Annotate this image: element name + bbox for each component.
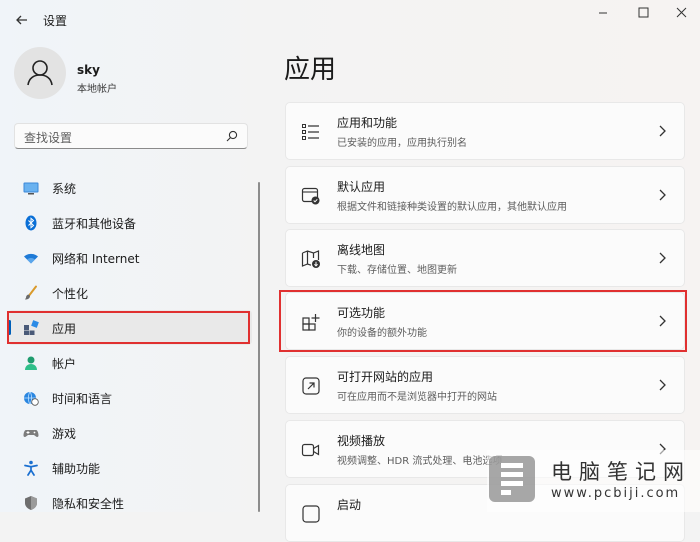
watermark-title: 电脑笔记网 xyxy=(551,460,691,484)
search-placeholder: 查找设置 xyxy=(24,131,73,145)
bluetooth-icon xyxy=(25,215,37,231)
sidebar-item-label: 蓝牙和其他设备 xyxy=(52,217,137,231)
brush-icon xyxy=(25,285,37,300)
card-default-apps[interactable]: 默认应用 根据文件和链接种类设置的默认应用，其他默认应用 xyxy=(285,166,685,224)
avatar[interactable] xyxy=(14,47,66,99)
card-subtitle: 已安装的应用，应用执行别名 xyxy=(337,138,467,149)
card-apps-for-websites[interactable]: 可打开网站的应用 可在应用而不是浏览器中打开的网站 xyxy=(285,356,685,414)
list-icon xyxy=(302,124,319,140)
default-app-icon xyxy=(301,187,320,205)
card-subtitle: 视频调整、HDR 流式处理、电池选项 xyxy=(337,456,503,467)
maximize-icon[interactable] xyxy=(628,3,658,23)
search-input[interactable]: 查找设置 xyxy=(14,123,248,149)
person-icon xyxy=(27,60,53,86)
globe-clock-icon xyxy=(24,391,39,406)
sidebar-item-privacy[interactable]: 隐私和安全性 xyxy=(8,485,252,520)
account-type: 本地帐户 xyxy=(77,84,117,95)
sidebar-item-label: 游戏 xyxy=(52,427,77,441)
watermark-url: www.pcbiji.com xyxy=(551,486,681,501)
card-title: 视频播放 xyxy=(337,434,386,448)
sidebar-item-time-language[interactable]: 时间和语言 xyxy=(8,380,252,415)
card-offline-maps[interactable]: 离线地图 下载、存储位置、地图更新 xyxy=(285,229,685,287)
watermark-logo xyxy=(489,456,535,502)
card-title: 应用和功能 xyxy=(337,116,398,130)
card-apps-features[interactable]: 应用和功能 已安装的应用，应用执行别名 xyxy=(285,102,685,160)
sidebar-item-label: 帐户 xyxy=(52,357,77,371)
sidebar-item-label: 个性化 xyxy=(52,287,89,301)
sidebar-scrollbar[interactable] xyxy=(258,182,260,512)
video-icon xyxy=(301,443,320,457)
sidebar-item-label: 隐私和安全性 xyxy=(52,497,125,511)
sidebar-item-bluetooth[interactable]: 蓝牙和其他设备 xyxy=(8,205,252,240)
card-subtitle: 下载、存储位置、地图更新 xyxy=(337,265,457,276)
sidebar-item-label: 时间和语言 xyxy=(52,392,113,406)
open-external-icon xyxy=(302,377,320,395)
monitor-icon xyxy=(23,182,39,195)
chevron-right-icon xyxy=(659,125,666,137)
card-title: 默认应用 xyxy=(337,180,386,194)
page-title: 应用 xyxy=(284,55,337,85)
sidebar-nav: 系统 蓝牙和其他设备 网络和 Internet 个性化 应用 帐户 时间和语言 … xyxy=(8,170,252,520)
apps-highlight-frame xyxy=(7,311,250,344)
sidebar-item-network[interactable]: 网络和 Internet xyxy=(8,240,252,275)
watermark: 电脑笔记网 www.pcbiji.com xyxy=(487,450,700,512)
gamepad-icon xyxy=(23,430,39,438)
minimize-icon[interactable] xyxy=(588,3,618,23)
sidebar-item-label: 系统 xyxy=(52,182,77,196)
user-name: sky xyxy=(77,63,100,77)
chevron-right-icon xyxy=(659,379,666,391)
sidebar-item-label: 辅助功能 xyxy=(52,462,101,476)
shield-icon xyxy=(25,496,37,510)
card-title: 启动 xyxy=(337,498,362,512)
person-icon xyxy=(25,356,37,370)
card-title: 离线地图 xyxy=(337,243,386,257)
search-icon[interactable] xyxy=(225,129,239,143)
sidebar-item-accounts[interactable]: 帐户 xyxy=(8,345,252,380)
chevron-right-icon xyxy=(659,189,666,201)
sidebar-item-personalization[interactable]: 个性化 xyxy=(8,275,252,310)
card-subtitle: 根据文件和链接种类设置的默认应用，其他默认应用 xyxy=(337,202,567,213)
card-title: 可打开网站的应用 xyxy=(337,370,434,384)
map-icon xyxy=(301,250,320,268)
accessibility-icon xyxy=(24,460,38,476)
sidebar-item-label: 网络和 Internet xyxy=(52,252,140,266)
title-bar: 设置 xyxy=(0,0,700,40)
wifi-icon xyxy=(24,253,38,264)
sidebar-item-system[interactable]: 系统 xyxy=(8,170,252,205)
sidebar-item-accessibility[interactable]: 辅助功能 xyxy=(8,450,252,485)
close-icon[interactable] xyxy=(666,3,696,23)
optional-features-highlight-frame xyxy=(279,290,687,352)
chevron-right-icon xyxy=(659,252,666,264)
app-title: 设置 xyxy=(43,14,68,28)
startup-icon xyxy=(302,505,320,523)
back-arrow-icon[interactable] xyxy=(12,10,32,30)
sidebar-item-gaming[interactable]: 游戏 xyxy=(8,415,252,450)
card-subtitle: 可在应用而不是浏览器中打开的网站 xyxy=(337,392,497,403)
